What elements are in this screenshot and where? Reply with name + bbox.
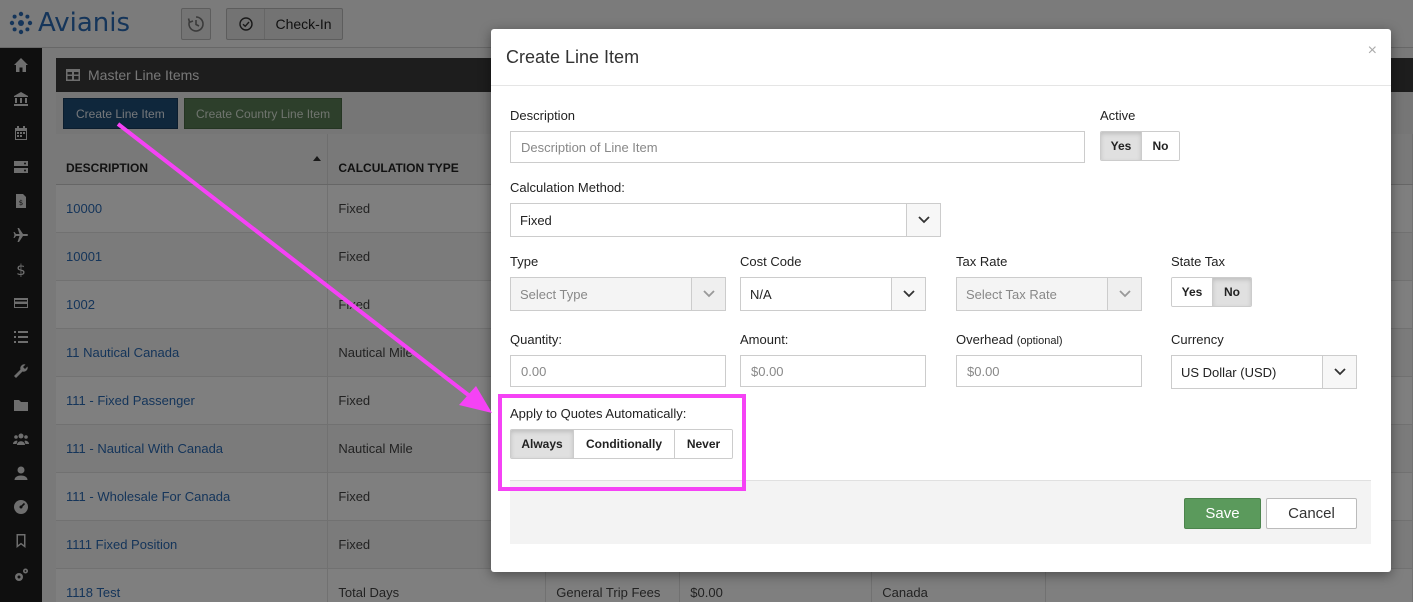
- state-tax-yes-button[interactable]: Yes: [1172, 278, 1213, 306]
- type-placeholder: Select Type: [520, 286, 588, 302]
- calculation-method-select[interactable]: Fixed: [510, 203, 941, 237]
- overhead-input[interactable]: $0.00: [956, 355, 1142, 387]
- currency-label: Currency: [1171, 332, 1224, 347]
- calculation-method-value: Fixed: [520, 212, 552, 228]
- state-tax-no-button[interactable]: No: [1213, 278, 1251, 306]
- active-label: Active: [1100, 108, 1136, 123]
- cost-code-value: N/A: [750, 286, 772, 302]
- annotation-highlight-box: [498, 394, 746, 491]
- currency-select[interactable]: US Dollar (USD): [1171, 355, 1357, 389]
- amount-label: Amount:: [740, 332, 789, 347]
- currency-value: US Dollar (USD): [1181, 364, 1277, 380]
- close-icon[interactable]: ×: [1368, 42, 1377, 60]
- cancel-button[interactable]: Cancel: [1266, 498, 1357, 529]
- quantity-label: Quantity:: [510, 332, 563, 347]
- calculation-method-label: Calculation Method:: [510, 180, 625, 195]
- chevron-down-icon: [1322, 356, 1356, 388]
- quantity-input[interactable]: 0.00: [510, 355, 726, 387]
- tax-rate-select[interactable]: Select Tax Rate: [956, 277, 1142, 311]
- tax-rate-label: Tax Rate: [956, 254, 1008, 269]
- chevron-down-icon: [891, 278, 925, 310]
- chevron-down-icon: [906, 204, 940, 236]
- description-input[interactable]: Description of Line Item: [510, 131, 1085, 163]
- active-toggle: Yes No: [1100, 131, 1180, 161]
- tax-rate-placeholder: Select Tax Rate: [966, 286, 1057, 302]
- state-tax-label: State Tax: [1171, 254, 1225, 269]
- active-yes-button[interactable]: Yes: [1101, 132, 1142, 160]
- type-select[interactable]: Select Type: [510, 277, 726, 311]
- active-no-button[interactable]: No: [1142, 132, 1179, 160]
- state-tax-toggle: Yes No: [1171, 277, 1252, 307]
- modal-header: Create Line Item ×: [491, 29, 1391, 86]
- chevron-down-icon: [1107, 278, 1141, 310]
- amount-input[interactable]: $0.00: [740, 355, 926, 387]
- description-label: Description: [510, 108, 576, 123]
- modal-title: Create Line Item: [506, 47, 640, 67]
- type-label: Type: [510, 254, 539, 269]
- cost-code-select[interactable]: N/A: [740, 277, 926, 311]
- save-button[interactable]: Save: [1184, 498, 1261, 529]
- overhead-label: Overhead (optional): [956, 332, 1063, 347]
- chevron-down-icon: [691, 278, 725, 310]
- cost-code-label: Cost Code: [740, 254, 802, 269]
